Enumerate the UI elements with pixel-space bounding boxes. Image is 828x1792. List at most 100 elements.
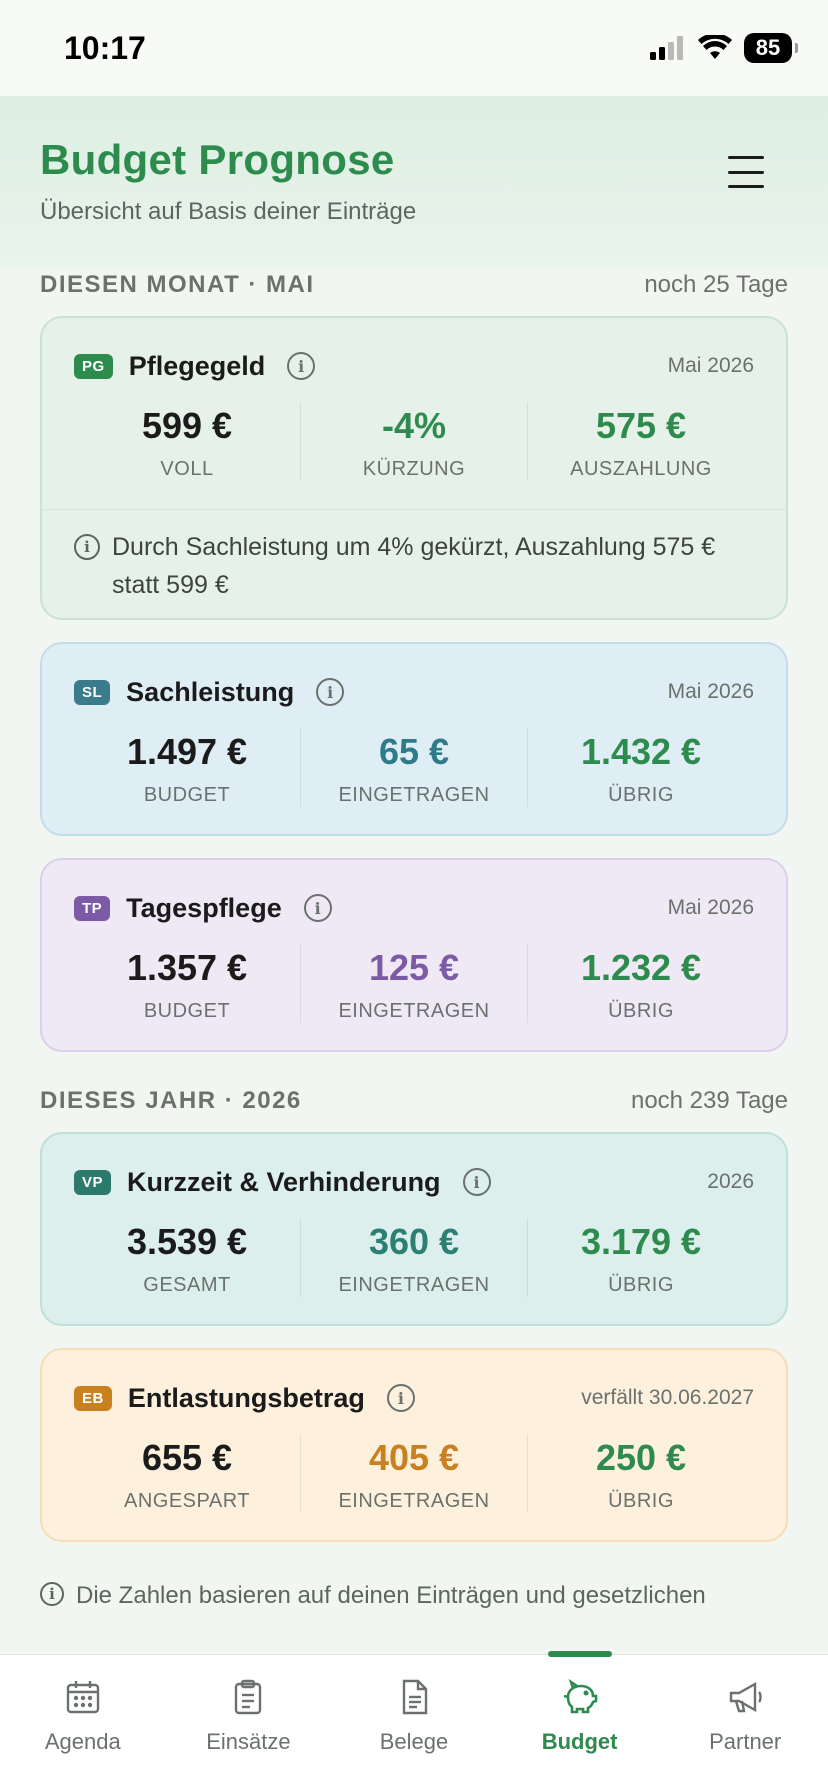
stats-row: 3.539 € GESAMT 360 € EINGETRAGEN 3.179 €… xyxy=(74,1218,754,1297)
month-days-remaining: noch 25 Tage xyxy=(644,271,788,298)
nav-agenda[interactable]: Agenda xyxy=(0,1655,166,1792)
status-indicators: 85 xyxy=(650,33,798,63)
hamburger-icon xyxy=(728,156,764,159)
active-tab-indicator xyxy=(547,1651,612,1657)
stat-label: VOLL xyxy=(160,458,214,480)
stat-label: EINGETRAGEN xyxy=(338,1000,490,1022)
month-section-title: DIESEN MONAT · MAI xyxy=(40,271,315,298)
stat-eingetragen: 360 € EINGETRAGEN xyxy=(300,1218,527,1297)
stat-value: -4% xyxy=(381,405,447,446)
card-period: Mai 2026 xyxy=(667,680,754,703)
stat-voll: 599 € VOLL xyxy=(74,402,300,481)
stat-uebrig: 1.232 € ÜBRIG xyxy=(527,944,754,1023)
stat-label: BUDGET xyxy=(143,784,231,806)
month-section-header: DIESEN MONAT · MAI noch 25 Tage xyxy=(40,268,788,302)
stat-budget: 1.497 € BUDGET xyxy=(74,728,300,807)
stat-gesamt: 3.539 € GESAMT xyxy=(74,1218,300,1297)
year-days-remaining: noch 239 Tage xyxy=(630,1087,788,1114)
year-section-title: DIESES JAHR · 2026 xyxy=(40,1087,302,1114)
stat-label: BUDGET xyxy=(143,1000,231,1022)
nav-belege[interactable]: Belege xyxy=(331,1655,497,1792)
pflegegeld-card: PG Pflegegeld i Mai 2026 599 € VOLL -4% … xyxy=(40,316,788,620)
eb-badge: EB xyxy=(74,1385,112,1411)
stat-value: 125 € xyxy=(368,947,460,988)
app-header: Budget Prognose Übersicht auf Basis dein… xyxy=(0,96,828,268)
nav-label: Agenda xyxy=(44,1729,121,1754)
stat-eingetragen: 405 € EINGETRAGEN xyxy=(300,1434,527,1513)
nav-budget[interactable]: Budget xyxy=(497,1651,663,1792)
stat-label: ANGESPART xyxy=(123,1490,250,1512)
info-icon[interactable]: i xyxy=(316,678,345,706)
stat-label: EINGETRAGEN xyxy=(338,784,490,806)
tagespflege-card: TP Tagespflege i Mai 2026 1.357 € BUDGET… xyxy=(40,858,788,1052)
document-icon xyxy=(402,1679,428,1715)
info-icon: i xyxy=(74,534,100,560)
stat-uebrig: 250 € ÜBRIG xyxy=(527,1434,754,1513)
sl-badge: SL xyxy=(74,679,111,705)
bottom-nav: Agenda Einsätze Belege Budget Partner xyxy=(0,1651,828,1792)
stat-value: 3.179 € xyxy=(580,1221,702,1262)
cellular-signal-icon xyxy=(650,36,683,60)
pg-note: i Durch Sachleistung um 4% gekürzt, Ausz… xyxy=(42,509,786,604)
card-title: Kurzzeit & Verhinderung xyxy=(127,1166,441,1197)
info-icon[interactable]: i xyxy=(386,1384,415,1412)
nav-partner[interactable]: Partner xyxy=(662,1655,828,1792)
megaphone-icon xyxy=(729,1681,762,1713)
info-icon[interactable]: i xyxy=(462,1168,491,1196)
stat-label: EINGETRAGEN xyxy=(338,1274,490,1296)
page-subtitle: Übersicht auf Basis deiner Einträge xyxy=(40,198,417,225)
page-title: Budget Prognose xyxy=(40,136,395,183)
stats-row: 1.357 € BUDGET 125 € EINGETRAGEN 1.232 €… xyxy=(74,944,754,1023)
info-icon[interactable]: i xyxy=(303,894,332,922)
clipboard-icon xyxy=(235,1679,262,1715)
sachleistung-card: SL Sachleistung i Mai 2026 1.497 € BUDGE… xyxy=(40,642,788,836)
piggy-bank-icon xyxy=(563,1678,597,1714)
card-period: Mai 2026 xyxy=(667,896,754,919)
stat-value: 65 € xyxy=(378,731,450,772)
calendar-icon xyxy=(66,1681,99,1714)
stat-budget: 1.357 € BUDGET xyxy=(74,944,300,1023)
stat-value: 655 € xyxy=(141,1437,233,1478)
year-section-header: DIESES JAHR · 2026 noch 239 Tage xyxy=(40,1084,788,1118)
battery-indicator: 85 xyxy=(744,33,798,63)
footer-note: i Die Zahlen basieren auf deinen Einträg… xyxy=(40,1578,788,1614)
stat-label: KÜRZUNG xyxy=(362,458,466,480)
card-period: 2026 xyxy=(707,1170,754,1193)
stat-auszahlung: 575 € AUSZAHLUNG xyxy=(527,402,754,481)
stat-uebrig: 3.179 € ÜBRIG xyxy=(527,1218,754,1297)
nav-einsaetze[interactable]: Einsätze xyxy=(166,1655,332,1792)
stat-value: 3.539 € xyxy=(126,1221,248,1262)
stat-uebrig: 1.432 € ÜBRIG xyxy=(527,728,754,807)
stat-label: AUSZAHLUNG xyxy=(570,458,712,480)
stat-value: 405 € xyxy=(368,1437,460,1478)
footer-note-text: Die Zahlen basieren auf deinen Einträgen… xyxy=(76,1582,706,1609)
stats-row: 655 € ANGESPART 405 € EINGETRAGEN 250 € … xyxy=(74,1434,754,1513)
stat-eingetragen: 65 € EINGETRAGEN xyxy=(300,728,527,807)
nav-label: Partner xyxy=(709,1729,782,1754)
card-title: Entlastungsbetrag xyxy=(127,1382,365,1413)
stat-value: 360 € xyxy=(368,1221,460,1262)
stats-row: 1.497 € BUDGET 65 € EINGETRAGEN 1.432 € … xyxy=(74,728,754,807)
stat-value: 599 € xyxy=(141,405,233,446)
status-bar: 10:17 85 xyxy=(0,0,828,96)
stat-eingetragen: 125 € EINGETRAGEN xyxy=(300,944,527,1023)
stat-angespart: 655 € ANGESPART xyxy=(74,1434,300,1513)
wifi-icon xyxy=(698,35,732,59)
stat-kuerzung: -4% KÜRZUNG xyxy=(300,402,527,481)
nav-label: Budget xyxy=(541,1729,618,1754)
info-icon: i xyxy=(40,1582,64,1606)
stat-label: ÜBRIG xyxy=(608,1490,674,1512)
stat-value: 1.497 € xyxy=(126,731,248,772)
stat-value: 575 € xyxy=(595,405,687,446)
stat-label: ÜBRIG xyxy=(608,1274,674,1296)
nav-label: Belege xyxy=(379,1729,449,1754)
note-text: Durch Sachleistung um 4% gekürzt, Auszah… xyxy=(112,533,716,599)
info-icon[interactable]: i xyxy=(287,352,316,380)
card-period: Mai 2026 xyxy=(667,354,754,377)
budget-content: DIESEN MONAT · MAI noch 25 Tage PG Pfleg… xyxy=(40,268,788,1614)
stat-value: 1.432 € xyxy=(580,731,702,772)
tp-badge: TP xyxy=(74,895,111,921)
entlastungsbetrag-card: EB Entlastungsbetrag i verfällt 30.06.20… xyxy=(40,1348,788,1542)
stat-value: 1.232 € xyxy=(580,947,702,988)
menu-button[interactable] xyxy=(728,156,764,188)
